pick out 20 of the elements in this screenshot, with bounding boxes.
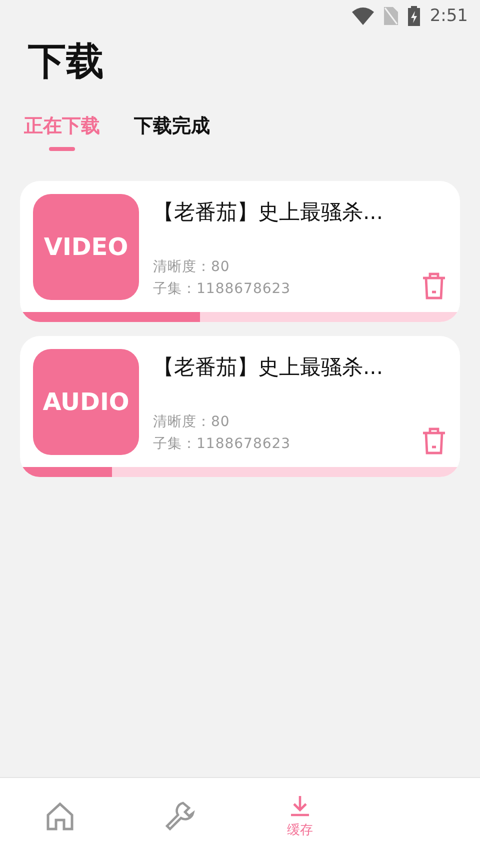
media-type-thumbnail: AUDIO [33, 349, 139, 455]
quality-text: 清晰度：80 [153, 413, 231, 432]
tab[interactable]: 正在下载 [24, 113, 100, 151]
media-type-thumbnail: VIDEO [33, 194, 139, 300]
page-title: 下载 [28, 38, 104, 85]
wifi-icon [352, 7, 374, 25]
status-time: 2:51 [430, 6, 468, 26]
download-title: 【老番茄】史上最骚杀... [153, 354, 384, 381]
battery-icon [408, 6, 420, 26]
download-title: 【老番茄】史上最骚杀... [153, 199, 384, 226]
nav-item[interactable]: 缓存 [240, 778, 360, 853]
no-sim-icon [384, 7, 398, 25]
trash-icon[interactable] [422, 427, 446, 455]
episode-text: 子集：1188678623 [153, 280, 291, 299]
trash-icon[interactable] [422, 272, 446, 300]
tab[interactable]: 下载完成 [134, 113, 210, 151]
wrench-icon [164, 800, 196, 832]
episode-text: 子集：1188678623 [153, 435, 291, 454]
quality-text: 清晰度：80 [153, 258, 231, 277]
home-icon [44, 800, 76, 832]
